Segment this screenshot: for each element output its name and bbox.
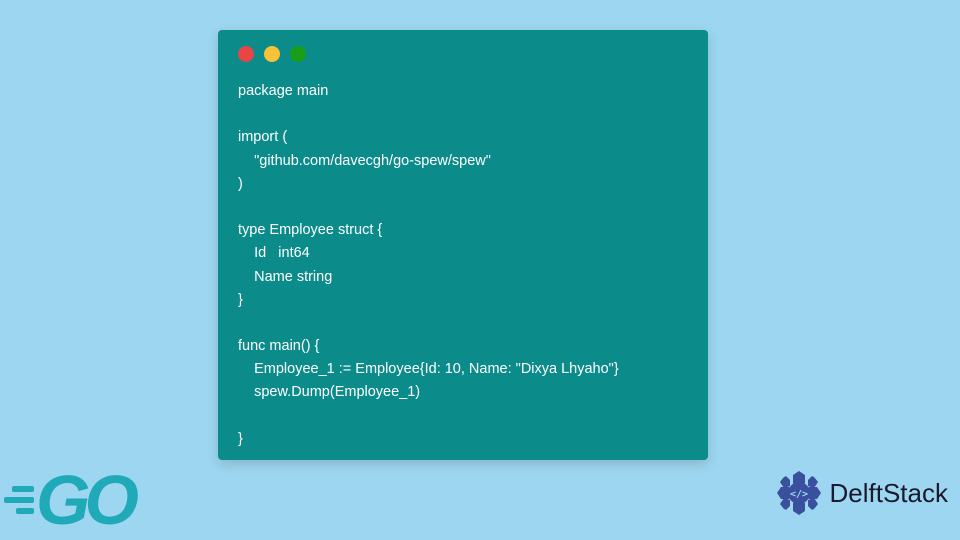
delftstack-brand: </> DelftStack [774,468,949,518]
go-logo-text: GO [36,472,133,528]
code-line: spew.Dump(Employee_1) [238,384,420,400]
delftstack-text: DelftStack [830,478,949,509]
code-line: Id int64 [238,245,310,261]
code-line: } [238,292,243,308]
speed-line [12,486,34,492]
window-controls [238,46,688,62]
maximize-dot [290,46,306,62]
code-window: package main import ( "github.com/davecg… [218,30,708,460]
go-logo: GO [4,472,133,528]
delftstack-logo-icon: </> [774,468,824,518]
code-line: Name string [238,269,332,285]
go-speed-lines [4,486,34,514]
code-line: type Employee struct { [238,222,382,238]
code-line: Employee_1 := Employee{Id: 10, Name: "Di… [238,361,619,377]
code-line: } [238,431,243,447]
code-line: func main() { [238,338,319,354]
speed-line [16,508,34,514]
code-line: import ( [238,129,287,145]
svg-text:</>: </> [789,489,807,500]
code-line: ) [238,176,243,192]
code-line: "github.com/davecgh/go-spew/spew" [238,153,491,169]
stack-word: Stack [883,478,948,508]
close-dot [238,46,254,62]
minimize-dot [264,46,280,62]
code-line: package main [238,83,328,99]
code-content: package main import ( "github.com/davecg… [238,80,688,451]
delft-word: Delft [830,478,883,508]
speed-line [4,497,34,503]
